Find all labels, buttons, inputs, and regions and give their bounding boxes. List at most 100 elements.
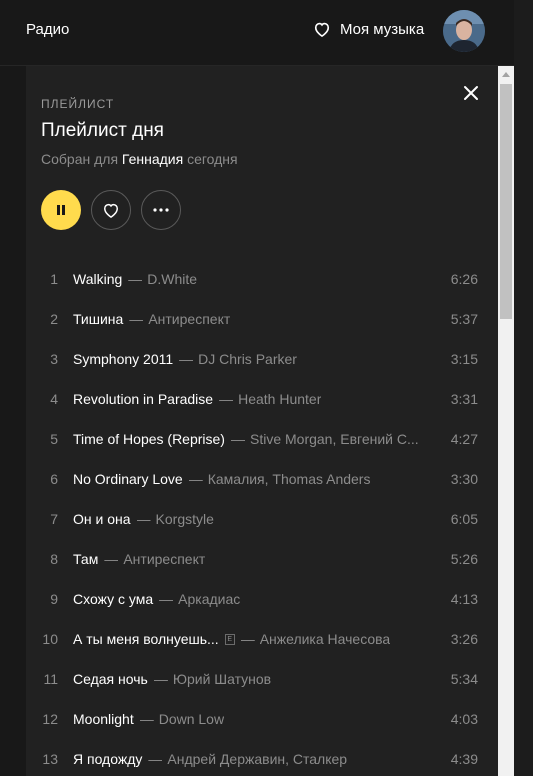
playlist-subtitle: Собран для Геннадия сегодня — [41, 151, 238, 167]
track-number: 13 — [42, 751, 58, 767]
track-row[interactable]: 6 No Ordinary Love — Камалия, Thomas Anders… — [26, 459, 498, 499]
close-button[interactable] — [461, 83, 481, 103]
track-title[interactable]: Time of Hopes (Reprise) — [73, 431, 225, 447]
track-duration: 3:15 — [450, 351, 478, 367]
track-artist[interactable]: Korgstyle — [156, 511, 214, 527]
track-row[interactable]: 2 Тишина — Антиреспект 5:37 — [26, 299, 498, 339]
track-title[interactable]: Там — [73, 551, 98, 567]
track-row[interactable]: 1 Walking — D.White 6:26 — [26, 259, 498, 299]
track-number: 4 — [50, 391, 58, 407]
artist-separator: — — [159, 591, 174, 607]
track-duration: 6:26 — [450, 271, 478, 287]
track-number: 3 — [50, 351, 58, 367]
track-artist[interactable]: Heath Hunter — [238, 391, 321, 407]
my-music-label: Моя музыка — [340, 20, 425, 38]
track-artist[interactable]: DJ Chris Parker — [198, 351, 297, 367]
track-title[interactable]: Седая ночь — [73, 671, 148, 687]
track-artist[interactable]: Down Low — [159, 711, 224, 727]
track-duration: 5:37 — [450, 311, 478, 327]
user-avatar[interactable] — [443, 10, 485, 52]
track-number: 12 — [42, 711, 58, 727]
artist-separator: — — [128, 271, 143, 287]
artist-separator: — — [139, 711, 154, 727]
track-row[interactable]: 11 Седая ночь — Юрий Шатунов 5:34 — [26, 659, 498, 699]
track-row[interactable]: 3 Symphony 2011 — DJ Chris Parker 3:15 — [26, 339, 498, 379]
artist-separator: — — [153, 671, 168, 687]
artist-separator: — — [129, 311, 144, 327]
close-icon — [464, 86, 478, 100]
artist-separator: — — [136, 511, 151, 527]
track-artist[interactable]: D.White — [147, 271, 197, 287]
avatar-icon — [443, 10, 485, 52]
my-music-link[interactable]: Моя музыка — [312, 19, 424, 39]
track-number: 5 — [50, 431, 58, 447]
track-title[interactable]: Symphony 2011 — [73, 351, 173, 367]
playlist-title: Плейлист дня — [41, 120, 164, 141]
track-duration: 4:13 — [450, 591, 478, 607]
track-artist[interactable]: Камалия, Thomas Anders — [208, 471, 371, 487]
track-artist[interactable]: Анжелика Начесова — [260, 631, 391, 647]
track-artist[interactable]: Антиреспект — [148, 311, 230, 327]
more-icon — [153, 208, 169, 212]
subtitle-user[interactable]: Геннадия — [122, 151, 183, 167]
playlist-panel: ПЛЕЙЛИСТ Плейлист дня Собран для Геннади… — [26, 66, 498, 776]
heart-icon — [103, 203, 119, 218]
subtitle-suffix: сегодня — [187, 151, 238, 167]
artist-separator: — — [188, 471, 203, 487]
track-row[interactable]: 5 Time of Hopes (Reprise) — Stive Morgan, Е… — [26, 419, 498, 459]
scrollbar-thumb[interactable] — [500, 84, 512, 319]
explicit-badge: E — [224, 633, 235, 645]
track-title[interactable]: Walking — [73, 271, 122, 287]
track-duration: 6:05 — [450, 511, 478, 527]
track-row[interactable]: 10 А ты меня волнуешь... E — Анжелика Начесо… — [26, 619, 498, 659]
top-bar: Радио Моя музыка — [0, 0, 533, 66]
artist-separator: — — [240, 631, 255, 647]
track-artist[interactable]: Аркадиас — [178, 591, 240, 607]
artist-separator: — — [179, 351, 194, 367]
artist-separator: — — [219, 391, 234, 407]
track-title[interactable]: Тишина — [73, 311, 123, 327]
track-row[interactable]: 12 Moonlight — Down Low 4:03 — [26, 699, 498, 739]
track-row[interactable]: 13 Я подожду — Андрей Державин, Сталкер 4:39 — [26, 739, 498, 776]
track-row[interactable]: 7 Он и она — Korgstyle 6:05 — [26, 499, 498, 539]
track-title[interactable]: No Ordinary Love — [73, 471, 183, 487]
track-number: 7 — [50, 511, 58, 527]
track-artist[interactable]: Антиреспект — [123, 551, 205, 567]
track-duration: 3:31 — [450, 391, 478, 407]
right-edge-strip — [514, 0, 533, 776]
track-duration: 5:26 — [450, 551, 478, 567]
track-title[interactable]: Я подожду — [73, 751, 142, 767]
like-button[interactable] — [91, 190, 131, 230]
scrollbar[interactable] — [498, 66, 514, 776]
track-artist[interactable]: Андрей Державин, Сталкер — [167, 751, 347, 767]
track-number: 6 — [50, 471, 58, 487]
track-row[interactable]: 8 Там — Антиреспект 5:26 — [26, 539, 498, 579]
track-artist[interactable]: Юрий Шатунов — [173, 671, 271, 687]
pause-button[interactable] — [41, 190, 81, 230]
track-title[interactable]: А ты меня волнуешь... — [73, 631, 219, 647]
track-duration: 4:03 — [450, 711, 478, 727]
nav-radio-link[interactable]: Радио — [26, 21, 69, 38]
track-number: 8 — [50, 551, 58, 567]
track-title[interactable]: Схожу с ума — [73, 591, 153, 607]
track-number: 2 — [50, 311, 58, 327]
artist-separator: — — [104, 551, 119, 567]
track-number: 1 — [50, 271, 58, 287]
track-title[interactable]: Revolution in Paradise — [73, 391, 213, 407]
track-title[interactable]: Moonlight — [73, 711, 134, 727]
heart-outline-icon — [314, 22, 330, 38]
more-button[interactable] — [141, 190, 181, 230]
track-number: 10 — [42, 631, 58, 647]
track-duration: 4:27 — [450, 431, 478, 447]
artist-separator: — — [148, 751, 163, 767]
track-artist[interactable]: Stive Morgan, Евгений С... — [250, 431, 419, 447]
pause-icon — [57, 205, 65, 215]
track-row[interactable]: 4 Revolution in Paradise — Heath Hunter 3:31 — [26, 379, 498, 419]
artist-separator: — — [230, 431, 245, 447]
scroll-up-icon[interactable] — [502, 72, 510, 77]
track-number: 11 — [43, 671, 58, 687]
track-row[interactable]: 9 Схожу с ума — Аркадиас 4:13 — [26, 579, 498, 619]
track-title[interactable]: Он и она — [73, 511, 131, 527]
playlist-controls — [41, 190, 181, 230]
track-duration: 3:26 — [450, 631, 478, 647]
